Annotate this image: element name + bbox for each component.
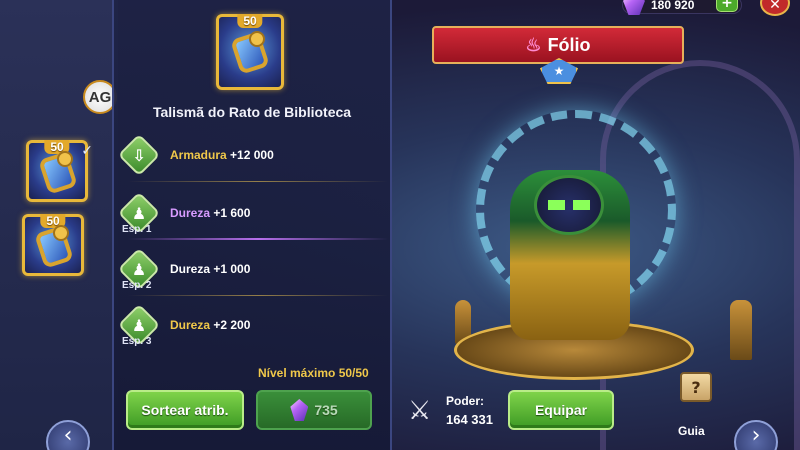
item-slot-2[interactable]: 50: [22, 214, 84, 276]
stat-row-toughness-1: ♟ Dureza +1 600 Esp. 1: [117, 191, 388, 240]
hero-name-banner: ♨ Fólio: [432, 26, 684, 64]
stat-row-toughness-2: ♟ Dureza +1 000 Esp. 2: [117, 247, 388, 296]
item-level-badge: 50: [237, 14, 263, 28]
stat-label: Dureza +2 200: [170, 318, 250, 332]
slot-label: Esp. 1: [122, 224, 152, 235]
gem-count: 180 920: [651, 0, 695, 12]
item-title: Talismã do Rato de Biblioteca: [152, 104, 352, 120]
stat-value: +1 600: [213, 206, 251, 220]
reroll-cost: 735: [314, 402, 338, 418]
stat-value: +2 200: [213, 318, 251, 332]
stat-value: +12 000: [230, 148, 274, 162]
check-icon: ✓: [81, 143, 93, 159]
shield-down-icon: ⇩: [117, 133, 161, 177]
stat-row-armor: ⇩ Armadura +12 000: [117, 133, 388, 182]
talisman-gem-icon: [57, 151, 73, 167]
add-gems-button[interactable]: +: [716, 0, 738, 12]
power-label: Poder:: [446, 394, 485, 408]
lamp-decoration: [730, 300, 752, 360]
power-value: 164 331: [446, 412, 493, 427]
item-slot-1[interactable]: 50 ✓: [26, 140, 93, 202]
stat-row-toughness-3: ♟ Dureza +2 200 Esp. 3: [117, 303, 388, 347]
crossed-swords-icon: ⚔: [408, 396, 432, 426]
hero-eyes: [548, 200, 590, 210]
equip-button[interactable]: Equipar: [508, 390, 614, 430]
stat-name: Dureza: [170, 206, 211, 220]
row-divider: [128, 181, 388, 182]
talisman-gem-icon: [53, 225, 69, 241]
slot-label: Esp. 2: [122, 280, 152, 291]
guide-label: Guia: [678, 424, 705, 438]
book-icon: ?: [680, 372, 712, 402]
stat-name: Armadura: [170, 148, 227, 162]
row-divider: [128, 295, 388, 296]
stat-label: Dureza +1 000: [170, 262, 250, 276]
reroll-cost-button[interactable]: 735: [256, 390, 372, 430]
stat-label: Armadura +12 000: [170, 148, 274, 162]
item-slot-column: 50 ✓ 50: [0, 0, 118, 450]
guide-button[interactable]: ?: [676, 372, 716, 420]
stat-label: Dureza +1 600: [170, 206, 250, 220]
reroll-button[interactable]: Sortear atrib.: [126, 390, 244, 430]
gem-icon: [290, 399, 309, 421]
flame-icon: ♨: [525, 34, 542, 55]
selected-item-icon: 50: [216, 14, 284, 90]
max-level-text: Nível máximo 50/50: [258, 366, 369, 380]
stat-name: Dureza: [170, 318, 211, 332]
slot-label: Esp. 3: [122, 336, 152, 347]
talisman-gem-icon: [249, 31, 265, 47]
stat-value: +1 000: [213, 262, 251, 276]
stat-name: Dureza: [170, 262, 211, 276]
hero-name: Fólio: [547, 34, 591, 55]
gem-icon: [623, 0, 645, 15]
row-divider: [128, 238, 388, 240]
